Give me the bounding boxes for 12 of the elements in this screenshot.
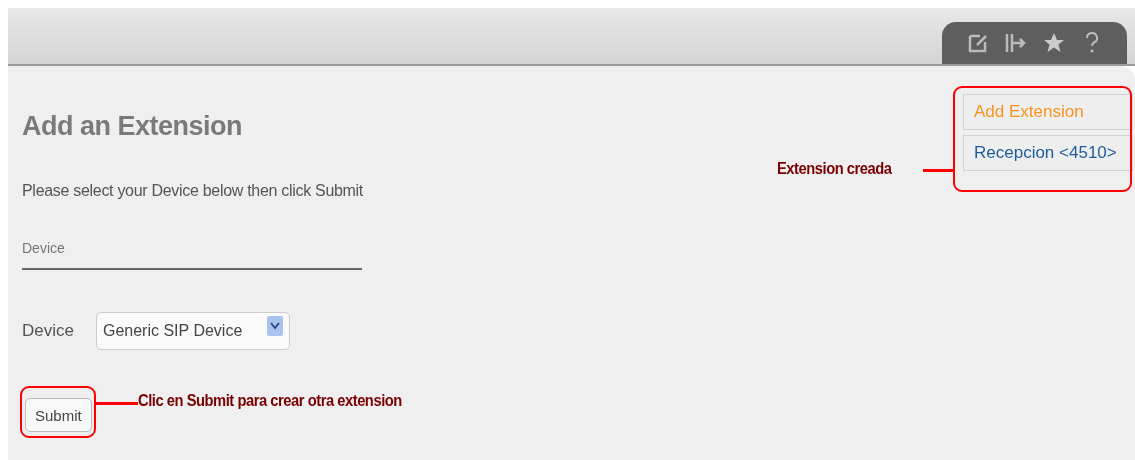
annotation-text: Extension creada bbox=[777, 160, 892, 178]
device-select[interactable]: Generic SIP Device bbox=[95, 312, 290, 350]
section-heading: Device bbox=[22, 240, 362, 270]
logout-icon[interactable] bbox=[1003, 31, 1028, 55]
sidebar-item[interactable]: Recepcion <4510> bbox=[963, 135, 1133, 171]
instructions-text: Please select your Device below then click Submit bbox=[22, 182, 365, 200]
annotation-text: Clic en Submit para crear otra extension bbox=[138, 392, 402, 410]
page-title: Add an Extension bbox=[22, 110, 244, 142]
leader-line bbox=[923, 169, 953, 172]
submit-button[interactable]: Submit bbox=[25, 398, 92, 432]
field-label: Device bbox=[22, 321, 74, 341]
leader-line bbox=[96, 402, 138, 405]
